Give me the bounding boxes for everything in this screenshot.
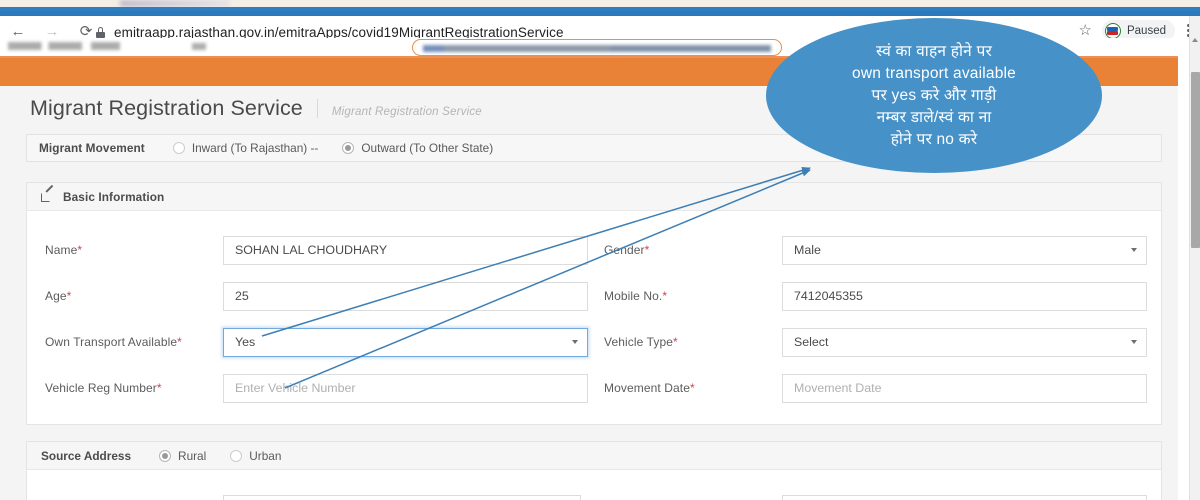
own-transport-select-value: Yes [235, 335, 256, 349]
gender-select[interactable]: Male [782, 235, 1147, 265]
scroll-up-arrow-icon[interactable] [1191, 38, 1198, 42]
radio-rural[interactable]: Rural [159, 449, 206, 463]
field-own-transport-label: Own Transport Available* [45, 335, 182, 349]
mobile-input[interactable] [782, 281, 1147, 311]
name-input[interactable] [223, 235, 588, 265]
field-mobile: Mobile No.* [604, 281, 1161, 311]
browser-window: ← → ⟳ emitraapp.rajasthan.gov.in/emitraA… [0, 0, 1200, 500]
field-movement-date: Movement Date* [604, 373, 1161, 403]
field-vehicle-reg-label: Vehicle Reg Number* [45, 381, 162, 395]
callout-line-2: own transport available [852, 64, 1016, 82]
chevron-down-icon [1131, 248, 1137, 252]
bookmark-item-blurred-middle[interactable] [192, 43, 206, 50]
field-vehicle-type: Vehicle Type* Select [604, 327, 1161, 357]
callout-line-4: नम्बर डाले/स्वं का ना [876, 108, 992, 126]
edit-pencil-icon [41, 184, 54, 203]
gender-select-value: Male [794, 243, 821, 257]
lock-icon [95, 26, 106, 38]
tab-title-blurred [120, 0, 230, 7]
field-age: Age* [27, 281, 604, 311]
field-age-label: Age* [45, 289, 72, 303]
field-state: State* RAJASTHAN ( राजस्थान) [27, 494, 604, 500]
division-select[interactable]: -Select Division- [782, 494, 1147, 500]
field-vehicle-reg: Vehicle Reg Number* [27, 373, 604, 403]
source-address-panel: Source Address Rural Urban State* [26, 441, 1162, 500]
radio-rural-label: Rural [178, 448, 207, 463]
vehicle-reg-input[interactable] [223, 373, 588, 403]
form-row-name-gender: Name* Gender* Male [27, 227, 1161, 273]
vertical-scrollbar[interactable] [1189, 16, 1200, 500]
migrant-movement-label: Migrant Movement [39, 141, 145, 155]
field-gender: Gender* Male [604, 235, 1161, 265]
field-gender-label: Gender* [604, 243, 650, 257]
chevron-down-icon [572, 340, 578, 344]
form-row-age-mobile: Age* Mobile No.* [27, 273, 1161, 319]
basic-information-title: Basic Information [63, 189, 165, 204]
radio-inward-label: Inward (To Rajasthan) -- [191, 141, 319, 155]
breadcrumb: Migrant Registration Service [331, 106, 482, 118]
radio-outward[interactable]: Outward (To Other State) [342, 141, 493, 155]
annotation-callout: स्वं का वाहन होने पर own transport avail… [766, 18, 1102, 173]
form-row-state-division: State* RAJASTHAN ( राजस्थान) Division* [27, 486, 1161, 500]
bookmark-item-blurred-left[interactable] [8, 42, 120, 50]
callout-line-5: होने पर no करे [890, 130, 978, 148]
movement-date-input[interactable] [782, 373, 1147, 403]
title-divider [316, 99, 318, 118]
bookmark-pill-blurred[interactable] [412, 39, 782, 56]
state-select[interactable]: RAJASTHAN ( राजस्थान) [223, 494, 581, 500]
basic-information-panel: Basic Information Name* Gender* Ma [26, 182, 1162, 425]
radio-rural-circle[interactable] [159, 449, 172, 462]
radio-outward-circle[interactable] [342, 142, 355, 154]
form-row-vehiclereg-movementdate: Vehicle Reg Number* Movement Date* [27, 365, 1161, 411]
page-header: Migrant Registration Service Migrant Reg… [30, 96, 482, 121]
page-title: Migrant Registration Service [30, 96, 303, 120]
callout-line-3: पर yes करे और गाड़ी [871, 86, 997, 104]
vehicle-type-select-value: Select [794, 335, 829, 349]
radio-urban-circle[interactable] [230, 449, 243, 462]
field-name: Name* [27, 235, 604, 265]
field-vehicle-type-label: Vehicle Type* [604, 335, 678, 349]
radio-inward-circle[interactable] [172, 142, 185, 154]
radio-inward[interactable]: Inward (To Rajasthan) -- [172, 141, 319, 155]
chevron-down-icon [1131, 340, 1137, 344]
field-own-transport: Own Transport Available* Yes [27, 327, 604, 357]
field-movement-date-label: Movement Date* [604, 381, 695, 395]
source-address-header: Source Address Rural Urban [27, 442, 1161, 470]
age-input[interactable] [223, 281, 588, 311]
star-icon[interactable]: ☆ [1079, 23, 1092, 38]
own-transport-select[interactable]: Yes [223, 327, 588, 357]
vehicle-type-select[interactable]: Select [782, 327, 1147, 357]
avatar [1104, 22, 1121, 39]
page-right-gutter [1178, 56, 1189, 500]
scrollbar-thumb[interactable] [1191, 72, 1200, 248]
field-mobile-label: Mobile No.* [604, 289, 668, 303]
radio-urban[interactable]: Urban [230, 449, 281, 463]
radio-urban-label: Urban [249, 448, 282, 463]
callout-line-1: स्वं का वाहन होने पर [875, 42, 993, 60]
field-name-label: Name* [45, 243, 83, 257]
radio-outward-label: Outward (To Other State) [361, 141, 494, 155]
form-row-transport-vehicletype: Own Transport Available* Yes Vehicle Typ… [27, 319, 1161, 365]
source-address-title: Source Address [41, 448, 132, 463]
basic-information-body: Name* Gender* Male [27, 211, 1161, 411]
sync-status-label: Paused [1126, 24, 1166, 37]
basic-information-header: Basic Information [27, 183, 1161, 211]
field-division: Division* -Select Division- [604, 494, 1161, 500]
source-address-body: State* RAJASTHAN ( राजस्थान) Division* [27, 470, 1161, 500]
